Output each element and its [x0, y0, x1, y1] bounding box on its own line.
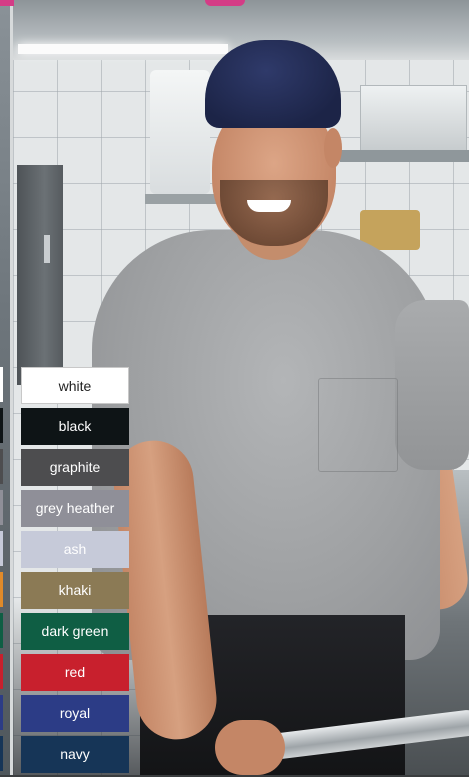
swatch-label: grey heather [35, 500, 115, 516]
swatch-dark-green[interactable]: dark green [21, 613, 129, 650]
storage-bin [360, 85, 467, 151]
swatch-label: navy [60, 746, 90, 762]
pink-accent-left [0, 0, 14, 6]
swatch-ash[interactable]: ash [21, 531, 129, 568]
swatch-red[interactable]: red [21, 654, 129, 691]
hand [215, 720, 285, 775]
edge-swatch [0, 531, 3, 566]
swatch-navy[interactable]: navy [21, 736, 129, 773]
wall-shelf-right [340, 150, 469, 162]
swatch-grey-heather[interactable]: grey heather [21, 490, 129, 527]
edge-swatch [0, 695, 3, 730]
shirt-pocket [318, 378, 398, 472]
swatch-label: black [58, 418, 92, 434]
door-handle [44, 235, 50, 263]
swatch-label: royal [59, 705, 91, 721]
edge-swatch [0, 613, 3, 648]
ceiling-light [18, 44, 228, 54]
smile [247, 200, 291, 212]
swatch-royal[interactable]: royal [21, 695, 129, 732]
swatch-graphite[interactable]: graphite [21, 449, 129, 486]
swatch-white[interactable]: white [21, 367, 129, 404]
swatch-black[interactable]: black [21, 408, 129, 445]
edge-swatch [0, 490, 3, 525]
ear [324, 128, 342, 168]
kitchen-door [17, 165, 63, 385]
tshirt-sleeve [395, 300, 469, 470]
color-swatch-list: white black graphite grey heather ash khaki da… [21, 367, 129, 777]
edge-swatch [0, 654, 3, 689]
edge-swatch [0, 367, 3, 402]
edge-swatch [0, 408, 3, 443]
pink-accent-top [205, 0, 245, 6]
stacked-containers [150, 70, 210, 194]
edge-swatch [0, 449, 3, 484]
swatch-label: ash [63, 541, 87, 557]
swatch-khaki[interactable]: khaki [21, 572, 129, 609]
swatch-label: white [58, 378, 92, 394]
swatch-label: dark green [41, 623, 109, 639]
swatch-label: khaki [58, 582, 92, 598]
edge-swatch [0, 736, 3, 771]
edge-swatch [0, 572, 3, 607]
swatch-label: red [64, 664, 86, 680]
swatch-label: graphite [49, 459, 101, 475]
